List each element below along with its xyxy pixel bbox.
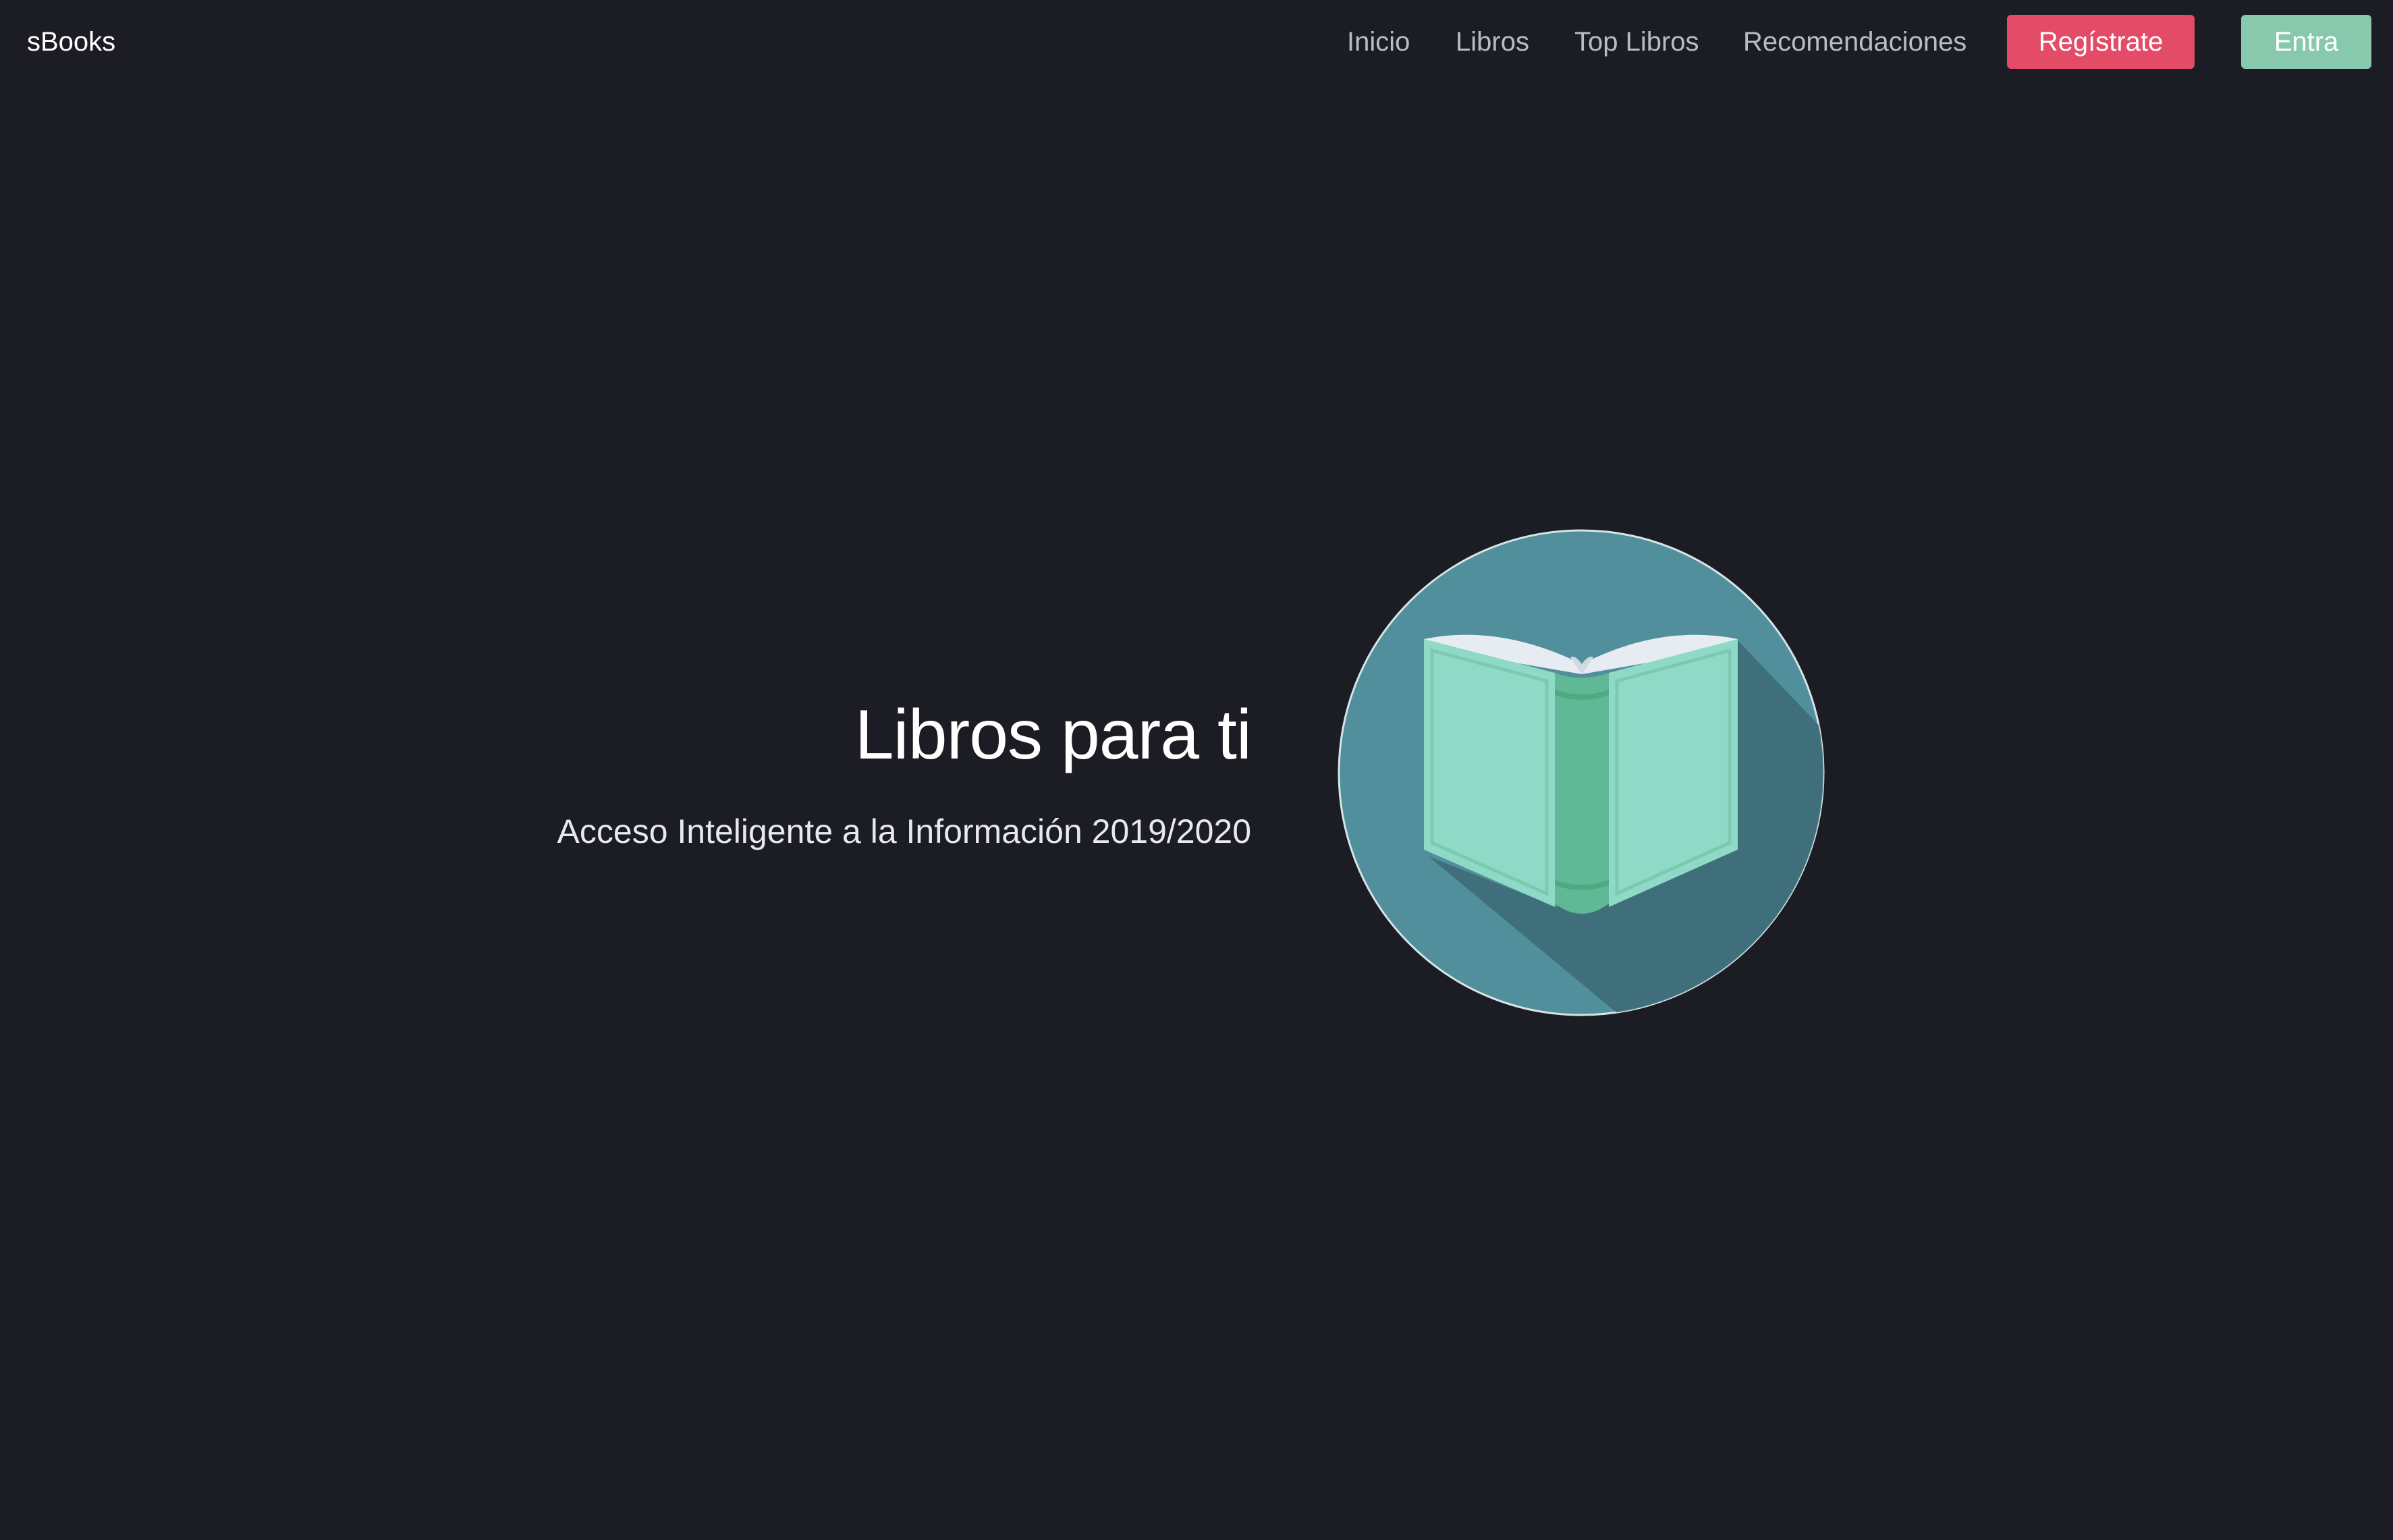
open-book-icon <box>1338 529 1825 1016</box>
nav-link-recomendaciones[interactable]: Recomendaciones <box>1743 0 1966 84</box>
hero-subtitle: Acceso Inteligente a la Información 2019… <box>557 813 1251 850</box>
nav-link-top-libros[interactable]: Top Libros <box>1574 0 1699 84</box>
hero-title: Libros para ti <box>854 696 1252 774</box>
brand-logo-link[interactable]: sBooks <box>27 0 115 84</box>
nav-link-inicio[interactable]: Inicio <box>1347 0 1410 84</box>
register-button[interactable]: Regístrate <box>2007 15 2195 69</box>
login-button[interactable]: Entra <box>2241 15 2371 69</box>
nav-link-libros[interactable]: Libros <box>1456 0 1529 84</box>
top-navbar: sBooks Inicio Libros Top Libros Recomend… <box>0 0 2393 84</box>
